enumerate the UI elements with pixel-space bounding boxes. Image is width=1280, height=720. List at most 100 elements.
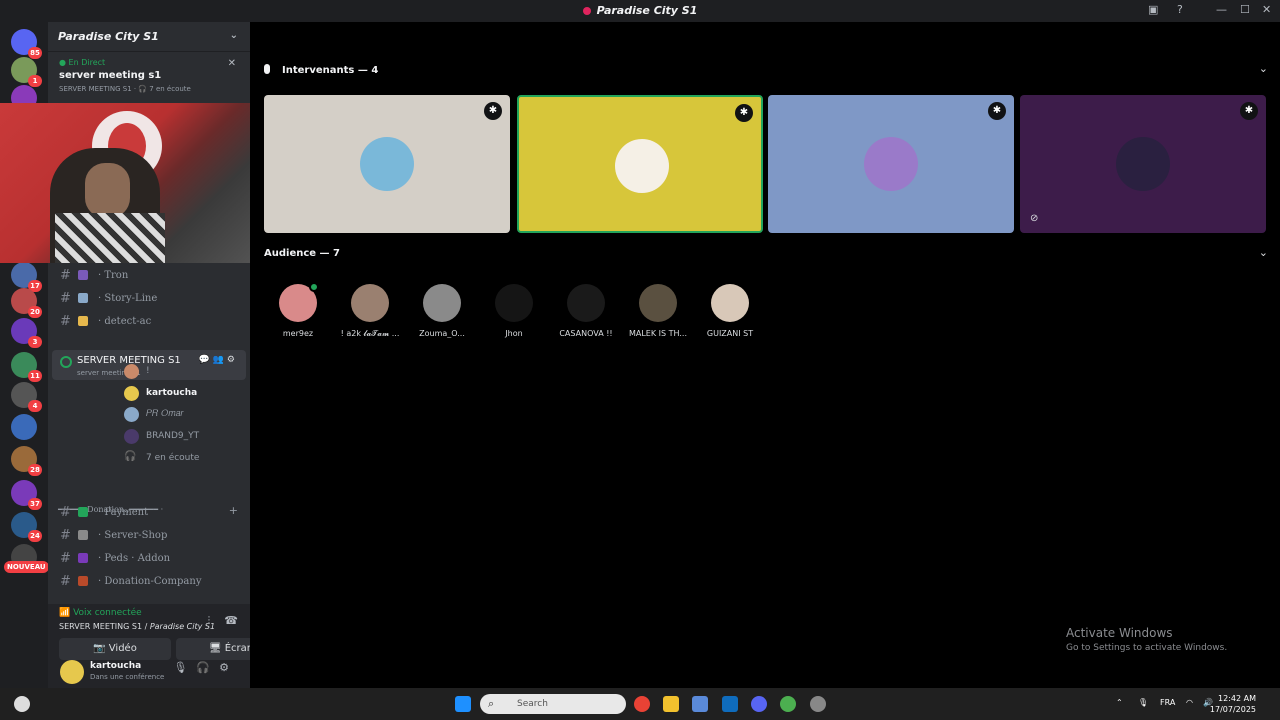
mic-icon[interactable]: 🎙 — [1138, 698, 1148, 707]
audience-member[interactable]: Jhon — [479, 284, 549, 344]
channel-name: · Tron — [98, 270, 129, 281]
audience-header: Audience — 7 — [264, 248, 340, 259]
outlook-icon[interactable] — [722, 696, 738, 712]
channel-item[interactable]: # · Tron — [56, 266, 244, 286]
noise-suppression-icon[interactable]: ⫶ — [208, 614, 211, 627]
server-icon[interactable]: 11 — [11, 352, 42, 382]
mic-icon: 🎙 — [173, 661, 197, 674]
headphones-icon: 🎧 — [124, 451, 137, 462]
channel-item[interactable]: # · Server-Shop — [56, 526, 244, 546]
moderator-icon[interactable]: ✱ — [735, 104, 753, 122]
audience-member-name: MALEK IS TH... — [628, 329, 688, 338]
avatar — [567, 284, 605, 322]
server-icon[interactable] — [11, 414, 37, 440]
user-status: Dans une conférence — [90, 673, 165, 681]
live-subtitle: SERVER MEETING S1 · 🎧 7 en écoute — [59, 85, 191, 93]
audience-member[interactable]: ! a2k 𝓵𝓪𝓣𝓪𝓶 ... — [335, 284, 405, 344]
chrome-alt-icon[interactable] — [780, 696, 796, 712]
streamer-shirt — [55, 213, 165, 263]
hash-icon: # — [60, 291, 71, 306]
live-event-card[interactable]: ● En Direct server meeting s1 SERVER MEE… — [52, 54, 246, 108]
app-icon[interactable] — [810, 696, 826, 712]
audience-member[interactable]: GUIZANI ST — [695, 284, 765, 344]
speaker-tile[interactable]: ✱ — [264, 95, 510, 233]
voice-panel-icons[interactable]: ⫶ ☎ — [208, 614, 238, 628]
store-icon[interactable] — [692, 696, 708, 712]
file-explorer-icon[interactable] — [663, 696, 679, 712]
avatar — [711, 284, 749, 322]
server-icon[interactable]: 24 — [11, 512, 42, 542]
server-icon[interactable]: 28 — [11, 446, 42, 476]
maximize-button[interactable]: ☐ — [1240, 3, 1250, 16]
close-button[interactable]: ✕ — [1262, 3, 1271, 16]
close-icon[interactable]: ✕ — [228, 58, 236, 69]
discord-icon[interactable] — [751, 696, 767, 712]
avatar[interactable] — [60, 660, 84, 684]
speaker-tile[interactable]: ✱ — [768, 95, 1014, 233]
inbox-icon[interactable]: ▣ — [1148, 3, 1158, 16]
server-icon[interactable]: 37 — [11, 480, 42, 510]
channel-emoji-icon — [78, 530, 88, 540]
server-icon[interactable]: 1 — [11, 57, 42, 87]
taskbar: ⌕ Search ⌃ 🎙 FRA ◠ 🔊 12:42 AM 17/07/2025 — [0, 688, 1280, 720]
audience-member[interactable]: MALEK IS TH... — [623, 284, 693, 344]
channel-emoji-icon — [78, 507, 88, 517]
mention-badge: 37 — [28, 498, 42, 510]
avatar — [864, 137, 918, 191]
server-icon[interactable]: 20 — [11, 288, 42, 318]
avatar — [423, 284, 461, 322]
mention-badge: 24 — [28, 530, 42, 542]
minimize-button[interactable]: — — [1216, 3, 1227, 16]
headphones-icon: 🎧 — [196, 661, 220, 674]
channel-item[interactable]: # · Story-Line — [56, 289, 244, 309]
streamer-face — [85, 163, 130, 218]
moderator-icon[interactable]: ✱ — [988, 102, 1006, 120]
avatar — [1116, 137, 1170, 191]
avatar — [360, 137, 414, 191]
server-icon[interactable]: 4 — [11, 382, 42, 412]
voice-location[interactable]: SERVER MEETING S1 / Paradise City S1 — [59, 622, 215, 631]
chevron-down-icon[interactable]: ⌄ — [230, 30, 238, 41]
clock[interactable]: 12:42 AM 17/07/2025 — [1210, 693, 1256, 715]
mention-badge: 20 — [28, 306, 42, 318]
voice-user-name: kartoucha — [146, 388, 198, 398]
live-title: server meeting s1 — [59, 70, 162, 81]
start-icon[interactable] — [455, 696, 471, 712]
chevron-down-icon[interactable]: ⌄ — [1259, 62, 1268, 75]
speaker-tile[interactable]: ✱ ⊘ — [1020, 95, 1266, 233]
video-button[interactable]: 📷 Vidéo — [59, 638, 171, 660]
server-icon[interactable]: 85 — [11, 29, 42, 59]
audience-member-name: mer9ez — [282, 329, 314, 338]
mic-icon — [264, 64, 270, 74]
help-icon[interactable]: ? — [1177, 3, 1183, 16]
channel-item[interactable]: # · Peds · Addon — [56, 549, 244, 569]
user-controls[interactable]: 🎙🎧⚙ — [173, 661, 238, 674]
channel-name: · Payment — [98, 507, 149, 518]
mention-badge: 11 — [28, 370, 42, 382]
wifi-icon[interactable]: ◠ — [1186, 698, 1193, 707]
channel-item[interactable]: # · Donation-Company — [56, 572, 244, 592]
mention-badge: 28 — [28, 464, 42, 476]
disconnect-icon[interactable]: ☎ — [224, 614, 238, 627]
moderator-icon[interactable]: ✱ — [1240, 102, 1258, 120]
chrome-icon[interactable] — [634, 696, 650, 712]
channel-name: · Story-Line — [98, 293, 158, 304]
search-input[interactable]: ⌕ Search — [480, 694, 626, 714]
speaker-tile[interactable]: ✱ — [517, 95, 763, 233]
chevron-up-icon[interactable]: ⌃ — [1116, 698, 1123, 707]
server-icon[interactable]: 3 — [11, 318, 42, 348]
server-icon[interactable]: 17 — [11, 262, 42, 292]
audience-member[interactable]: CASANOVA !! — [551, 284, 621, 344]
language-indicator[interactable]: FRA — [1160, 698, 1175, 707]
channel-item[interactable]: # · detect-ac — [56, 312, 244, 332]
chevron-down-icon[interactable]: ⌄ — [1259, 246, 1268, 259]
server-header[interactable]: Paradise City S1 ⌄ — [48, 22, 250, 52]
audience-member[interactable]: Zouma_O... — [407, 284, 477, 344]
avatar — [639, 284, 677, 322]
channel-item[interactable]: # · Payment — [56, 503, 244, 523]
widgets-icon[interactable] — [14, 696, 30, 712]
audience-member[interactable]: mer9ez — [263, 282, 333, 344]
stage-view: Intervenants — 4 ⌄ ✱ ✱ ✱ ✱ ⊘ Audience — 7 ⌄ … — [250, 22, 1280, 688]
moderator-icon[interactable]: ✱ — [484, 102, 502, 120]
mention-badge: 1 — [28, 75, 42, 87]
